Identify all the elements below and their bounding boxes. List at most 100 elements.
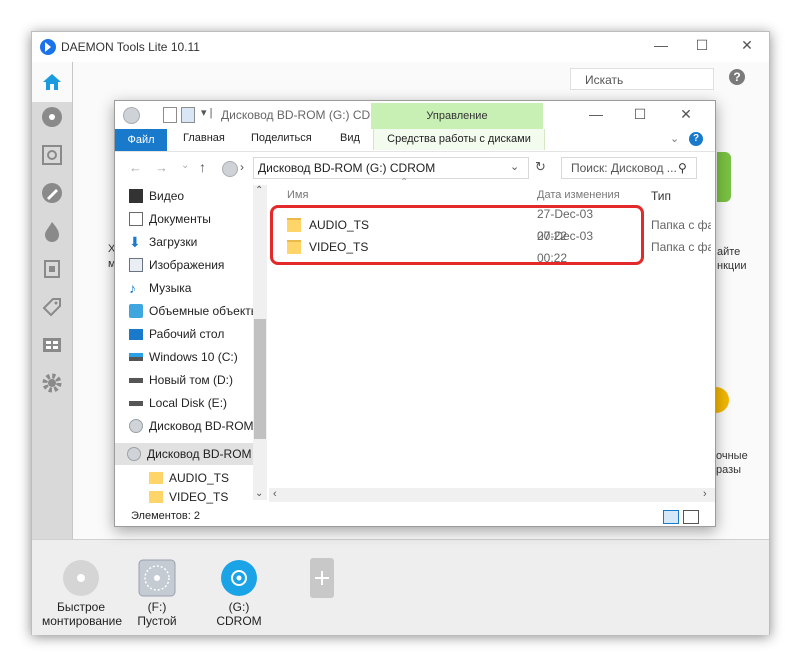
refresh-icon[interactable]: ↻ [535,159,546,175]
cdrom-label: (G:) CDROM [216,600,262,628]
nav-item-desktop[interactable]: Рабочий стол [129,323,259,345]
nav-item-3d-objects[interactable]: Объемные объекты [129,300,259,322]
drive-icon [129,377,143,383]
nav-item-downloads[interactable]: ⬇ Загрузки [129,231,259,253]
tab-share[interactable]: Поделиться [251,132,312,144]
file-type: Папка с фа [651,218,711,232]
help-icon[interactable]: ? [729,69,745,85]
status-bar: Элементов: 2 [115,506,715,526]
address-bar[interactable]: › Дисковод BD-ROM (G:) CDROM ⌄ [222,157,529,179]
close-button[interactable]: ✕ [732,37,762,57]
disc-drive-icon [129,419,143,433]
peek-text: очные [716,450,748,462]
nav-item-drive-d[interactable]: Новый том (D:) [129,369,259,391]
nav-item-audio-ts[interactable]: AUDIO_TS [149,467,253,489]
breadcrumb-separator: › [240,160,244,174]
nav-item-music[interactable]: ♪ Музыка [129,277,259,299]
column-header-type[interactable]: Тип [651,189,671,203]
nav-item-drive-c[interactable]: Windows 10 (C:) [129,346,259,368]
explorer-window: ▾ | Дисковод BD-ROM (G:) CD... Управлени… [114,100,716,527]
maximize-button[interactable]: ☐ [687,37,717,57]
nav-item-video-ts[interactable]: VIDEO_TS [149,489,253,505]
downloads-icon: ⬇ [129,234,141,250]
explorer-title: Дисковод BD-ROM (G:) CD... [221,108,381,122]
quick-mount-icon[interactable] [61,558,101,598]
virtual-drive-icon[interactable] [39,142,65,168]
scroll-up-icon[interactable]: ⌃ [255,185,263,196]
tab-disk-tools[interactable]: Средства работы с дисками [373,129,545,150]
peek-text: айте [717,246,741,258]
address-disc-icon [222,161,238,177]
horizontal-scrollbar[interactable]: ‹ › [269,488,715,502]
home-icon[interactable] [32,62,72,102]
column-header-name[interactable]: Имя [287,189,308,201]
explorer-close-button[interactable]: ✕ [671,106,701,126]
empty-drive-icon[interactable] [137,558,177,598]
nav-item-drive-e[interactable]: Local Disk (E:) [129,392,259,414]
daemon-search-input[interactable]: Искать [570,68,714,90]
address-dropdown-icon[interactable]: ⌄ [510,160,519,173]
desktop-icon [129,328,143,340]
explorer-help-icon[interactable]: ? [689,132,703,146]
images-icon[interactable] [39,104,65,130]
music-icon: ♪ [129,280,136,296]
quick-mount-label: Быстрое монтирование [42,600,123,628]
peek-text: разы [716,464,742,476]
nav-item-bd-rom[interactable]: Дисковод BD-ROM [129,415,259,437]
item-count: Элементов: 2 [131,510,200,522]
ribbon-tabs: Файл Главная Поделиться Вид Средства раб… [115,129,715,152]
scroll-down-icon[interactable]: ⌄ [255,488,263,499]
peek-text: нкции [717,260,747,272]
up-arrow-icon[interactable]: ↑ [199,159,206,175]
edit-image-icon[interactable] [39,180,65,206]
daemon-sidebar [32,62,73,540]
tab-home[interactable]: Главная [183,132,225,144]
device-bar: Быстрое монтирование (F:) Пустой (G:) CD… [32,539,769,635]
tab-file[interactable]: Файл [115,129,167,151]
properties-icon[interactable] [163,107,177,123]
usb-icon[interactable] [39,256,65,282]
disc-icon [123,107,140,124]
tag-icon[interactable] [39,294,65,320]
column-header-date[interactable]: Дата изменения [537,189,633,201]
nav-item-bd-rom-selected[interactable]: Дисковод BD-ROM [115,443,253,465]
quick-access-dropdown-icon[interactable]: ▾ | [201,106,212,119]
folder-icon [149,472,163,484]
scroll-left-icon[interactable]: ‹ [273,488,277,500]
3d-objects-icon [129,304,143,318]
explorer-maximize-button[interactable]: ☐ [625,106,655,126]
cdrom-icon[interactable] [219,558,259,598]
new-folder-icon[interactable] [181,107,195,123]
daemon-titlebar: DAEMON Tools Lite 10.11 — ☐ ✕ [32,32,769,62]
add-drive-icon[interactable] [302,558,342,598]
daemon-title: DAEMON Tools Lite 10.11 [61,40,200,54]
recent-dropdown-icon[interactable]: ⌄ [181,160,189,171]
explorer-search-input[interactable]: Поиск: Дисковод ... [561,157,697,179]
tab-manage[interactable]: Управление [371,103,543,129]
burn-icon[interactable] [39,218,65,244]
video-icon [129,189,143,203]
back-arrow-icon[interactable]: ← [129,160,142,175]
search-icon: ⚲ [678,161,687,175]
sort-arrow-icon: ⌃ [400,177,409,188]
minimize-button[interactable]: — [646,37,676,57]
explorer-minimize-button[interactable]: — [581,106,611,126]
explorer-titlebar: ▾ | Дисковод BD-ROM (G:) CD... Управлени… [115,101,715,129]
large-icons-view-icon[interactable] [683,510,699,524]
catalog-icon[interactable] [39,332,65,358]
file-type: Папка с фа [651,240,711,254]
chevron-down-icon[interactable]: ⌄ [670,132,679,145]
yellow-badge [715,387,729,413]
details-view-icon[interactable] [663,510,679,524]
nav-scrollbar-thumb[interactable] [254,319,266,439]
forward-arrow-icon[interactable]: → [155,160,168,175]
drive-icon [129,400,143,406]
settings-gear-icon[interactable] [39,370,65,396]
daemon-logo-icon [40,39,56,55]
nav-item-pictures[interactable]: Изображения [129,254,259,276]
navigation-pane: Видео Документы ⬇ Загрузки Изображения ♪ М… [115,185,265,505]
nav-item-documents[interactable]: Документы [129,208,259,230]
scroll-right-icon[interactable]: › [703,488,707,500]
nav-item-video[interactable]: Видео [129,185,259,207]
tab-view[interactable]: Вид [340,132,360,144]
